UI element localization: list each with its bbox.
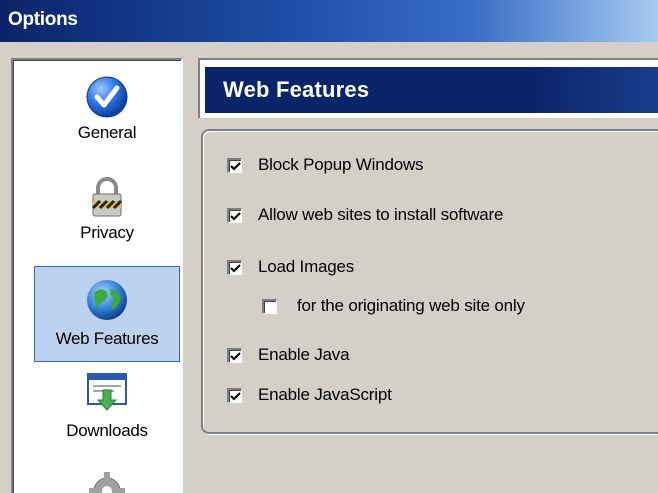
- checkbox-enable-javascript[interactable]: [227, 387, 242, 403]
- option-label: Enable Java: [258, 345, 350, 364]
- option-block-popup-windows[interactable]: Block Popup Windows: [227, 155, 424, 175]
- title-bar[interactable]: Options: [0, 0, 658, 42]
- window-title: Options: [8, 9, 78, 30]
- option-enable-javascript[interactable]: Enable JavaScript: [227, 385, 392, 405]
- option-label: Block Popup Windows: [258, 155, 424, 174]
- sidebar-item-label: General: [77, 123, 137, 142]
- check-circle-icon: [84, 74, 130, 120]
- option-label: Load Images: [258, 257, 355, 276]
- panel-title: Web Features: [223, 77, 370, 102]
- download-window-icon: [84, 370, 130, 416]
- option-load-images[interactable]: Load Images: [227, 257, 354, 277]
- padlock-icon: [84, 174, 130, 220]
- sidebar-item-privacy[interactable]: Privacy: [33, 174, 181, 266]
- options-window: Options General Privacy Web Features Dow…: [0, 0, 658, 493]
- panel-header-bar: Web Features: [205, 67, 658, 113]
- checkbox-block-popup-windows[interactable]: [227, 157, 242, 173]
- sidebar-item-label: Web Features: [55, 329, 159, 348]
- checkbox-originating-site-only[interactable]: [262, 298, 277, 314]
- sidebar-item-label: Downloads: [66, 421, 148, 440]
- category-sidebar[interactable]: General Privacy Web Features Downloads: [11, 58, 183, 493]
- sidebar-item-web-features[interactable]: Web Features: [34, 266, 180, 362]
- checkbox-load-images[interactable]: [227, 259, 242, 275]
- option-originating-site-only[interactable]: for the originating web site only: [262, 296, 525, 316]
- option-label: for the originating web site only: [297, 296, 525, 315]
- option-enable-java[interactable]: Enable Java: [227, 345, 350, 365]
- checkbox-enable-java[interactable]: [227, 347, 242, 363]
- globe-icon: [84, 277, 130, 323]
- checkbox-allow-software-install[interactable]: [227, 207, 242, 223]
- sidebar-item-label: Privacy: [80, 223, 134, 242]
- option-label: Allow web sites to install software: [258, 205, 504, 224]
- gear-icon: [84, 468, 130, 493]
- sidebar-item-advanced[interactable]: [33, 468, 181, 493]
- sidebar-item-general[interactable]: General: [33, 74, 181, 168]
- sidebar-item-downloads[interactable]: Downloads: [33, 370, 181, 460]
- option-label: Enable JavaScript: [258, 385, 392, 404]
- panel-header: Web Features: [198, 58, 658, 118]
- option-allow-software-install[interactable]: Allow web sites to install software: [227, 205, 503, 225]
